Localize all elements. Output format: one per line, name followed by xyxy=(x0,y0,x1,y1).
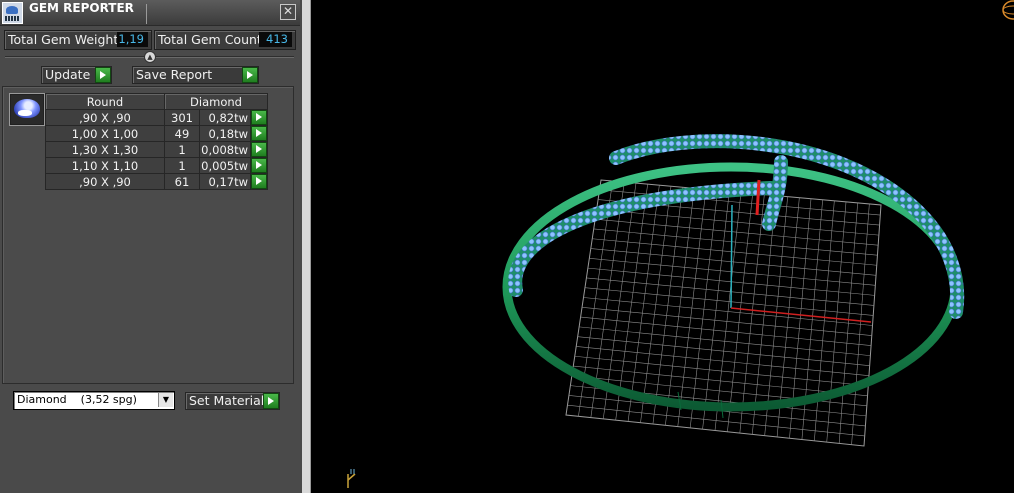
row-go-button[interactable] xyxy=(250,157,268,174)
set-material-button[interactable]: Set Material xyxy=(185,392,280,410)
gem-size: ,90 X ,90 xyxy=(45,173,165,190)
grid-line xyxy=(826,201,847,443)
table-row: 1,00 X 1,00 49 0,18tw xyxy=(45,125,268,142)
row-go-button[interactable] xyxy=(250,173,268,190)
gem-count: 1 xyxy=(164,157,200,174)
total-gem-count-label: Total Gem Count xyxy=(158,32,262,47)
gem-weight: 0,005tw xyxy=(199,157,251,174)
gem-count: 301 xyxy=(164,109,200,126)
grid-line xyxy=(739,194,765,434)
grid-line xyxy=(838,202,858,444)
chevron-down-icon[interactable]: ▼ xyxy=(158,393,173,407)
gem-weight: 0,008tw xyxy=(199,141,251,158)
total-gem-weight-label: Total Gem Weight xyxy=(8,32,119,47)
total-gem-weight-box: Total Gem Weight 1,19 xyxy=(4,30,152,50)
gem-table: Round Diamond ,90 X ,90 301 0,82tw 1,00 … xyxy=(45,93,268,190)
row-go-button[interactable] xyxy=(250,109,268,126)
row-go-button[interactable] xyxy=(250,125,268,142)
gem-size: ,90 X ,90 xyxy=(45,109,165,126)
gem-size: 1,30 X 1,30 xyxy=(45,141,165,158)
gem-count: 61 xyxy=(164,173,200,190)
update-button[interactable]: Update xyxy=(41,66,112,84)
table-row: ,90 X ,90 301 0,82tw xyxy=(45,109,268,126)
gem-weight: 0,82tw xyxy=(199,109,251,126)
pave-band-left xyxy=(508,181,778,297)
column-header-shape: Round xyxy=(45,93,165,110)
green-arrow-icon xyxy=(242,67,258,83)
axis-triad-icon xyxy=(347,469,356,488)
total-gem-count-value: 413 xyxy=(259,32,292,47)
green-arrow-icon xyxy=(95,67,111,83)
gem-weight: 0,18tw xyxy=(199,125,251,142)
axis-z-marker xyxy=(755,179,761,216)
title-separator xyxy=(146,4,147,24)
table-row: 1,30 X 1,30 1 0,008tw xyxy=(45,141,268,158)
green-arrow-icon xyxy=(251,142,267,157)
material-select-value: Diamond (3,52 spg) xyxy=(17,393,137,406)
gem-count: 1 xyxy=(164,141,200,158)
save-report-button[interactable]: Save Report xyxy=(132,66,259,84)
green-arrow-icon xyxy=(251,126,267,141)
collapse-icon[interactable]: ▲ xyxy=(144,51,156,63)
close-icon[interactable]: ✕ xyxy=(280,4,296,20)
green-arrow-icon xyxy=(251,158,267,173)
set-material-button-label: Set Material xyxy=(189,393,265,408)
update-button-label: Update xyxy=(45,67,91,82)
grid-line xyxy=(751,195,777,435)
panel-title: GEM REPORTER xyxy=(29,1,134,15)
gem-size: 1,00 X 1,00 xyxy=(45,125,165,142)
gem-reporter-icon xyxy=(2,2,23,24)
material-select[interactable]: Diamond (3,52 spg) ▼ xyxy=(13,391,175,410)
save-report-button-label: Save Report xyxy=(136,67,213,82)
total-gem-count-box: Total Gem Count 413 xyxy=(154,30,296,50)
gem-reporter-panel: GEM REPORTER ✕ Total Gem Weight 1,19 Tot… xyxy=(0,0,302,493)
round-gem-icon[interactable] xyxy=(9,93,45,126)
total-gem-weight-value: 1,19 xyxy=(117,32,148,47)
gem-size: 1,10 X 1,10 xyxy=(45,157,165,174)
table-row: 1,10 X 1,10 1 0,005tw xyxy=(45,157,268,174)
table-row: ,90 X ,90 61 0,17tw xyxy=(45,173,268,190)
column-header-material: Diamond xyxy=(164,93,268,110)
green-arrow-icon xyxy=(263,393,279,409)
grid-line xyxy=(814,200,835,441)
green-arrow-icon xyxy=(251,110,267,125)
gem-weight: 0,17tw xyxy=(199,173,251,190)
green-arrow-icon xyxy=(251,174,267,189)
viewport-scene xyxy=(347,0,1014,488)
3d-viewport[interactable] xyxy=(311,0,1014,493)
row-go-button[interactable] xyxy=(250,141,268,158)
panel-splitter[interactable] xyxy=(302,0,311,493)
title-bar[interactable]: GEM REPORTER ✕ xyxy=(0,0,300,26)
orbit-gizmo-icon[interactable] xyxy=(1002,0,1014,20)
axis-y xyxy=(730,204,733,309)
gem-count: 49 xyxy=(164,125,200,142)
